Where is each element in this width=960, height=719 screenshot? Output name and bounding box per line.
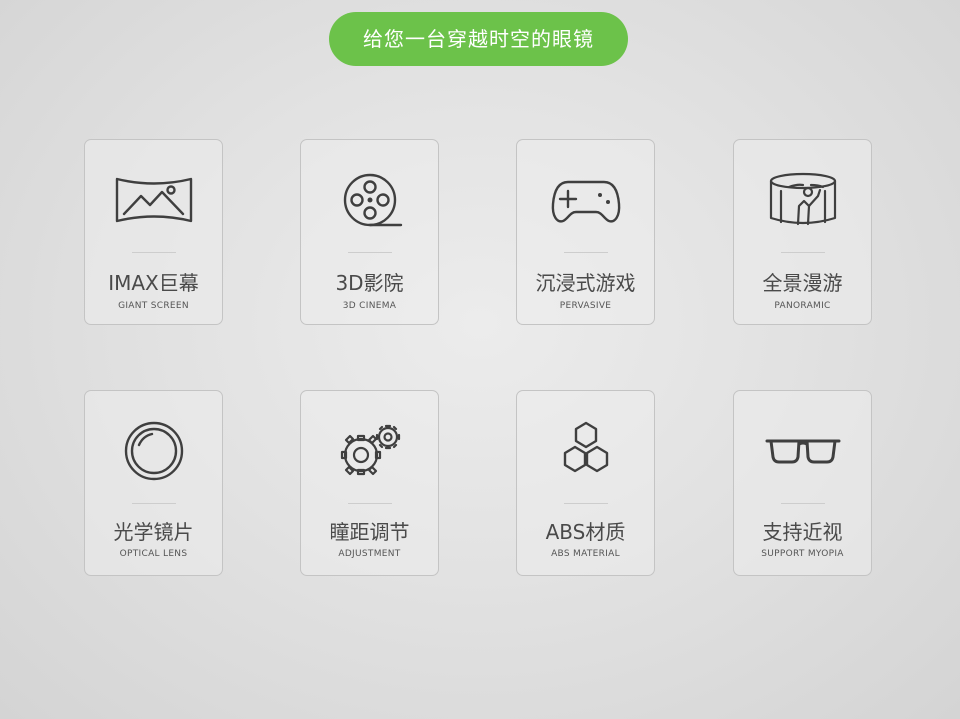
divider — [781, 252, 825, 253]
divider — [564, 252, 608, 253]
panorama-screen-icon — [114, 168, 194, 232]
feature-subtitle: SUPPORT MYOPIA — [761, 549, 844, 559]
feature-card-game: 沉浸式游戏 PERVASIVE — [516, 139, 655, 325]
feature-title: ABS材质 — [545, 520, 626, 544]
feature-card-panoramic: 全景漫游 PANORAMIC — [733, 139, 872, 325]
feature-card-optical-lens: 光学镜片 OPTICAL LENS — [84, 390, 223, 576]
feature-subtitle: ADJUSTMENT — [338, 549, 401, 559]
panoramic-roaming-icon — [763, 168, 843, 232]
feature-title: IMAX巨幕 — [108, 271, 199, 295]
feature-subtitle: ABS MATERIAL — [551, 549, 620, 559]
feature-title: 沉浸式游戏 — [535, 271, 636, 295]
gears-icon — [330, 419, 410, 483]
divider — [348, 503, 392, 504]
feature-subtitle: 3D CINEMA — [342, 301, 397, 311]
feature-subtitle: PERVASIVE — [559, 301, 612, 311]
feature-subtitle: PANORAMIC — [774, 301, 831, 311]
feature-title: 全景漫游 — [762, 271, 843, 295]
feature-card-abs-material: ABS材质 ABS MATERIAL — [516, 390, 655, 576]
divider — [348, 252, 392, 253]
divider — [781, 503, 825, 504]
feature-card-imax: IMAX巨幕 GIANT SCREEN — [84, 139, 223, 325]
glasses-icon — [763, 419, 843, 483]
feature-subtitle: GIANT SCREEN — [118, 301, 189, 311]
divider — [132, 503, 176, 504]
divider — [564, 503, 608, 504]
feature-title: 瞳距调节 — [329, 520, 410, 544]
hexagon-cells-icon — [546, 419, 626, 483]
feature-card-myopia: 支持近视 SUPPORT MYOPIA — [733, 390, 872, 576]
feature-title: 光学镜片 — [113, 520, 194, 544]
divider — [132, 252, 176, 253]
film-reel-icon — [330, 168, 410, 232]
feature-subtitle: OPTICAL LENS — [119, 549, 188, 559]
feature-title: 支持近视 — [762, 520, 843, 544]
feature-card-adjustment: 瞳距调节 ADJUSTMENT — [300, 390, 439, 576]
lens-icon — [114, 419, 194, 483]
headline-banner: 给您一台穿越时空的眼镜 — [329, 12, 628, 66]
feature-title: 3D影院 — [335, 271, 404, 295]
gamepad-icon — [546, 168, 626, 232]
feature-card-3d-cinema: 3D影院 3D CINEMA — [300, 139, 439, 325]
